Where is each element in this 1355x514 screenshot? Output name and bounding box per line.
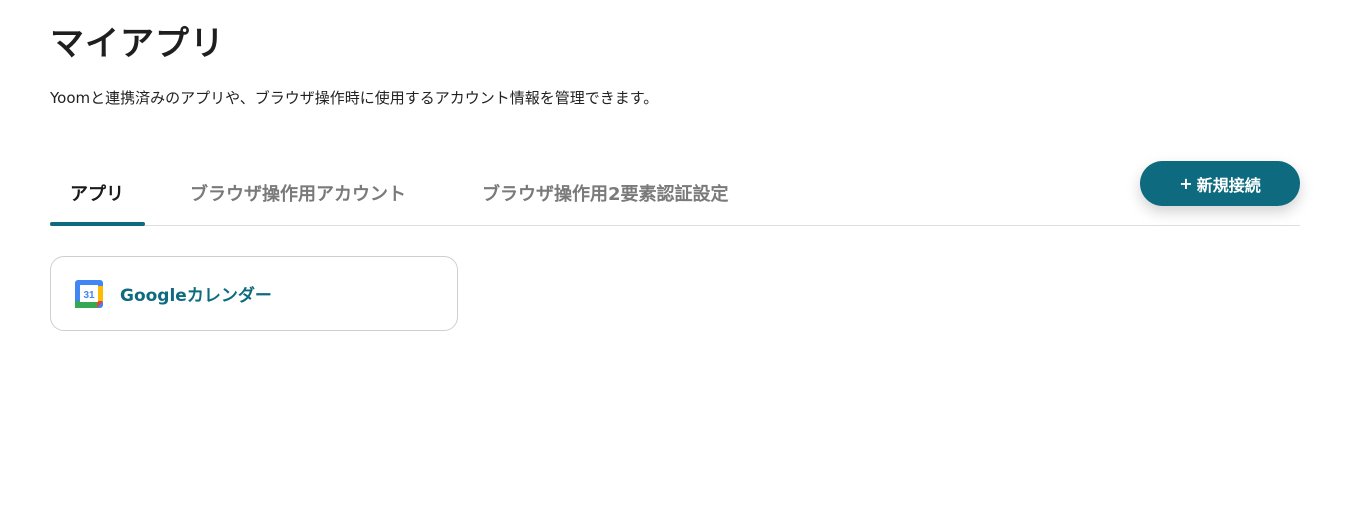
new-connection-label: 新規接続 [1196, 175, 1261, 195]
app-card-google-calendar[interactable]: 31 Googleカレンダー [50, 256, 458, 331]
app-name: Googleカレンダー [120, 286, 272, 306]
new-connection-button[interactable]: + 新規接続 [1140, 161, 1300, 206]
active-tab-indicator [50, 222, 145, 226]
page-title: マイアプリ [50, 24, 225, 64]
plus-icon: + [1179, 174, 1193, 193]
tab-browser-2fa-settings[interactable]: ブラウザ操作用2要素認証設定 [482, 162, 729, 224]
tab-browser-accounts-label: ブラウザ操作用アカウント [190, 184, 406, 205]
tab-apps-label: アプリ [70, 184, 124, 205]
page-description: Yoomと連携済みのアプリや、ブラウザ操作時に使用するアカウント情報を管理できま… [50, 89, 659, 107]
tab-bar: アプリ ブラウザ操作用アカウント ブラウザ操作用2要素認証設定 [50, 162, 1300, 226]
google-calendar-icon: 31 [75, 279, 103, 308]
tab-apps[interactable]: アプリ [70, 162, 124, 224]
calendar-date-text: 31 [83, 290, 95, 301]
tab-browser-accounts[interactable]: ブラウザ操作用アカウント [190, 162, 406, 224]
tab-browser-2fa-settings-label: ブラウザ操作用2要素認証設定 [482, 184, 729, 205]
